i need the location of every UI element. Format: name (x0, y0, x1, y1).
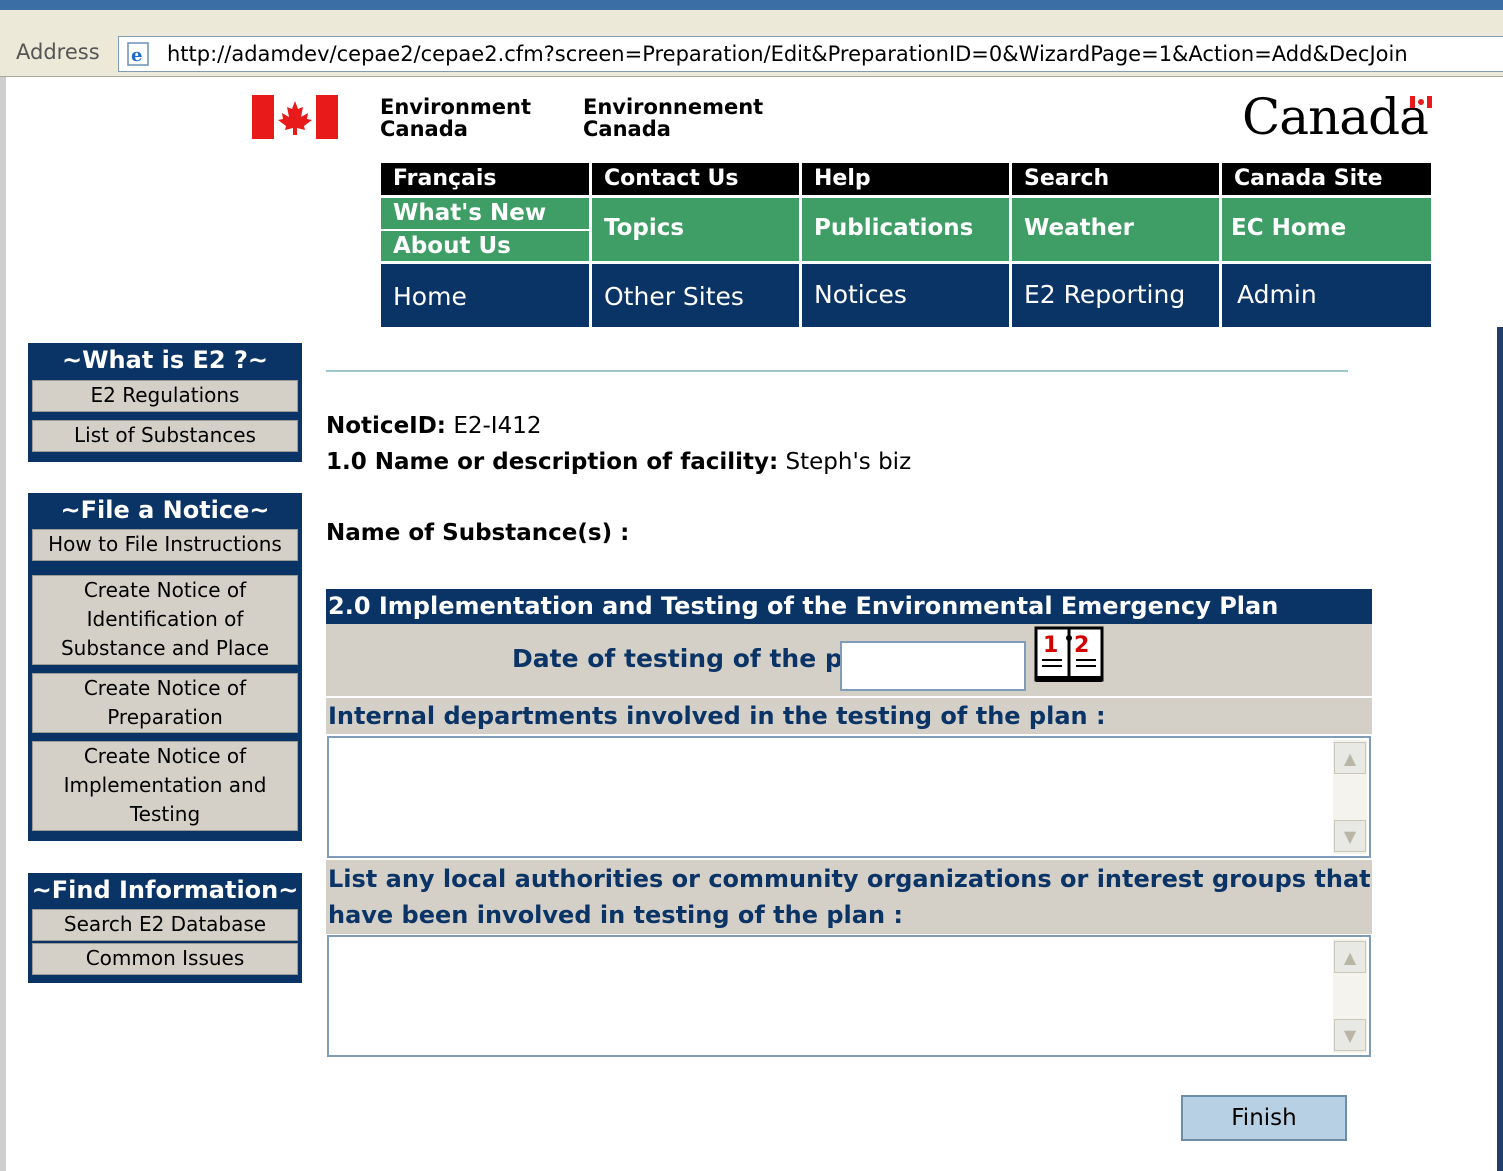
nav-home[interactable]: Home (381, 264, 589, 327)
sidebar-heading-file-a-notice: ~File a Notice~ (60, 496, 270, 524)
content-divider (326, 370, 1348, 372)
scroll-down-icon[interactable]: ▼ (1334, 1019, 1366, 1051)
local-authorities-label: List any local authorities or community … (326, 860, 1372, 934)
nav-about-us[interactable]: About Us (381, 231, 589, 261)
nav-canada-site[interactable]: Canada Site (1222, 163, 1431, 195)
env-canada-fr-line1: Environnement (583, 95, 764, 119)
sidebar-item-common-issues[interactable]: Common Issues (32, 943, 298, 975)
scroll-down-icon[interactable]: ▼ (1334, 820, 1366, 852)
facility-value: Steph's biz (785, 449, 912, 475)
section-title: 2.0 Implementation and Testing of the En… (326, 589, 1372, 624)
finish-button[interactable]: Finish (1181, 1095, 1347, 1141)
nav-notices[interactable]: Notices (802, 264, 1009, 327)
nav-ec-home[interactable]: EC Home (1222, 198, 1431, 261)
internal-departments-label: Internal departments involved in the tes… (326, 698, 1372, 734)
env-canada-fr-line2: Canada (583, 117, 671, 141)
sidebar-item-create-preparation[interactable]: Create Notice of Preparation (32, 673, 298, 733)
nav-e2-reporting[interactable]: E2 Reporting (1012, 264, 1219, 327)
sidebar-heading-what-is-e2: ~What is E2 ?~ (61, 346, 269, 374)
substance-label: Name of Substance(s) : (326, 520, 630, 546)
ie-page-icon: e (127, 42, 149, 66)
url-field[interactable]: e http://adamdev/cepae2/cepae2.cfm?scree… (118, 36, 1503, 72)
nav-francais[interactable]: Français (381, 163, 589, 195)
address-label: Address (16, 40, 100, 64)
env-canada-en-line1: Environment (380, 95, 532, 119)
nav-whats-new[interactable]: What's New (381, 198, 589, 229)
url-text: http://adamdev/cepae2/cepae2.cfm?screen=… (167, 42, 1408, 66)
canada-wordmark: Canada (1242, 88, 1429, 146)
sidebar-heading-find-information: ~Find Information~ (31, 876, 299, 904)
address-bar: Address e http://adamdev/cepae2/cepae2.c… (0, 10, 1503, 77)
sidebar-find-information: ~Find Information~ Search E2 Database Co… (28, 873, 302, 983)
notice-id-value: E2-I412 (453, 413, 542, 439)
sidebar-item-search-e2-database[interactable]: Search E2 Database (32, 909, 298, 941)
sidebar-item-e2-regulations[interactable]: E2 Regulations (32, 380, 298, 412)
nav-admin[interactable]: Admin (1222, 264, 1431, 327)
calendar-icon[interactable]: 1 2 (1034, 626, 1106, 684)
nav-contact-us[interactable]: Contact Us (592, 163, 799, 195)
window-left-border (0, 77, 6, 1171)
date-testing-row: Date of testing of the plan 1 2 (326, 624, 1372, 696)
top-navigation: Français Contact Us Help Search Canada S… (381, 163, 1431, 327)
notice-id-row: NoticeID: E2-I412 (326, 413, 541, 439)
internal-departments-textarea[interactable]: ▲ ▼ (327, 736, 1371, 858)
facility-row: 1.0 Name or description of facility: Ste… (326, 449, 911, 475)
date-testing-label: Date of testing of the plan (512, 644, 886, 673)
window-right-border (1497, 327, 1503, 1171)
local-authorities-scrollbar[interactable]: ▲ ▼ (1333, 939, 1367, 1053)
sidebar-item-list-of-substances[interactable]: List of Substances (32, 420, 298, 452)
internal-departments-scrollbar[interactable]: ▲ ▼ (1333, 740, 1367, 854)
sidebar-item-create-implementation[interactable]: Create Notice of Implementation and Test… (32, 741, 298, 831)
svg-text:e: e (131, 45, 142, 66)
nav-topics[interactable]: Topics (592, 198, 799, 261)
nav-help[interactable]: Help (802, 163, 1009, 195)
env-canada-en-line2: Canada (380, 117, 468, 141)
local-authorities-textarea[interactable]: ▲ ▼ (327, 935, 1371, 1057)
svg-text:2: 2 (1074, 633, 1089, 658)
sidebar-file-a-notice: ~File a Notice~ How to File Instructions… (28, 493, 302, 841)
canada-flag-icon (252, 95, 338, 139)
window-titlebar (0, 0, 1503, 10)
wordmark-flag-icon (1410, 96, 1432, 108)
svg-text:1: 1 (1043, 633, 1058, 658)
notice-id-label: NoticeID: (326, 413, 447, 439)
sidebar-what-is-e2: ~What is E2 ?~ E2 Regulations List of Su… (28, 343, 302, 462)
nav-other-sites[interactable]: Other Sites (592, 264, 799, 327)
nav-publications[interactable]: Publications (802, 198, 1009, 261)
facility-label: 1.0 Name or description of facility: (326, 449, 779, 475)
nav-search[interactable]: Search (1012, 163, 1219, 195)
sidebar-item-create-identification[interactable]: Create Notice of Identification of Subst… (32, 575, 298, 665)
nav-weather[interactable]: Weather (1012, 198, 1219, 261)
date-testing-input[interactable] (840, 641, 1026, 691)
scroll-up-icon[interactable]: ▲ (1334, 941, 1366, 973)
scroll-up-icon[interactable]: ▲ (1334, 742, 1366, 774)
sidebar-item-how-to-file[interactable]: How to File Instructions (32, 529, 298, 561)
